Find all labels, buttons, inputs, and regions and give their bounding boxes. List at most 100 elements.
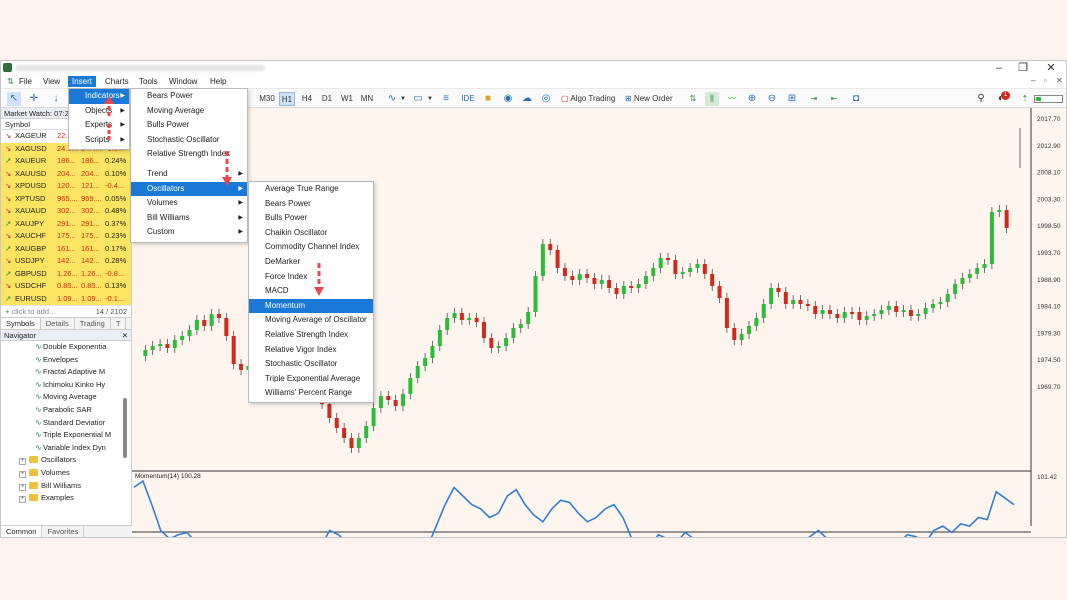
new-order-button[interactable]: ⊞ New Order [625, 92, 681, 106]
navigator-indicator-item[interactable]: ∿Ichimoku Kinko Hy [1, 379, 131, 392]
depth-of-market-icon[interactable]: ⇅ [687, 92, 699, 106]
market-watch-row[interactable]: ↘ USDCHF 0.85... 0.85... 0.13% [1, 280, 131, 293]
navigator-indicator-item[interactable]: ∿Fractal Adaptive M [1, 366, 131, 379]
candles-icon[interactable]: ⫼ [705, 92, 719, 106]
child-close-icon[interactable]: ✕ [1056, 76, 1063, 85]
menu-item-experts[interactable]: Experts ▶ [69, 118, 129, 133]
line-chart-icon[interactable]: 〰 [725, 92, 739, 106]
menu-item-stochastic-oscillator[interactable]: Stochastic Oscillator [131, 133, 247, 148]
timeframe-h4[interactable]: H4 [299, 92, 315, 106]
signals-icon[interactable]: ◉ [501, 92, 515, 106]
market-watch-row[interactable]: ↘ XPTUSD 965.... 969.... 0.05% [1, 192, 131, 205]
tab-symbols[interactable]: Symbols [1, 318, 41, 329]
menu-item-scripts[interactable]: Scripts ▶ [69, 133, 129, 148]
color-scheme-icon[interactable]: ▭ [411, 92, 425, 106]
menu-item-triple-exponential-average[interactable]: Triple Exponential Average [249, 372, 373, 387]
menu-item-indicators[interactable]: Indicators ▶ [69, 89, 129, 104]
search-icon[interactable]: ⚲ [974, 92, 988, 106]
navigator-scrollbar[interactable] [123, 398, 127, 458]
navigator-indicator-item[interactable]: ∿Variable Index Dyn [1, 442, 131, 455]
cursor-icon[interactable]: ↖ [7, 92, 21, 106]
autoscroll-icon[interactable]: ⇥ [807, 92, 821, 106]
navigator-folder-item[interactable]: + Examples [1, 492, 131, 505]
menu-item-force-index[interactable]: Force Index [249, 270, 373, 285]
market-icon[interactable]: ◎ [539, 92, 553, 106]
menu-item-moving-average-of-oscillator[interactable]: Moving Average of Oscillator [249, 313, 373, 328]
menu-item-stochastic-oscillator[interactable]: Stochastic Oscillator [249, 357, 373, 372]
ide-button[interactable]: IDE [459, 92, 477, 106]
menu-item-momentum[interactable]: Momentum [249, 298, 373, 314]
tile-windows-icon[interactable]: ⊞ [785, 92, 799, 106]
timeframe-h1[interactable]: H1 [279, 92, 295, 106]
screenshot-icon[interactable]: ◘ [849, 92, 863, 106]
menu-item-bulls-power[interactable]: Bulls Power [131, 118, 247, 133]
navigator-indicator-item[interactable]: ∿Parabolic SAR [1, 404, 131, 417]
restore-icon[interactable]: ❐ [1009, 61, 1037, 75]
timeframe-mn[interactable]: MN [358, 92, 376, 106]
add-symbol-row[interactable]: + click to add... 14 / 2102 [1, 305, 131, 317]
navigator-folder-item[interactable]: + Volumes [1, 467, 131, 480]
timeframe-w1[interactable]: W1 [339, 92, 355, 106]
menu-item-custom[interactable]: Custom ▶ [131, 225, 247, 240]
navigator-indicator-item[interactable]: ∿Envelopes [1, 354, 131, 367]
close-icon[interactable]: ✕ [1037, 61, 1065, 75]
navigator-indicator-item[interactable]: ∿Double Exponentia [1, 341, 131, 354]
zoom-in-icon[interactable]: ⊕ [745, 92, 759, 106]
market-watch-row[interactable]: ↗ EURUSD 1.09... 1.09... -0.1... [1, 292, 131, 305]
menu-item-chaikin-oscillator[interactable]: Chaikin Oscillator [249, 226, 373, 241]
menu-item-objects[interactable]: Objects ▶ [69, 104, 129, 119]
market-watch-row[interactable]: ↘ XAUUSD 204... 204... 0.10% [1, 167, 131, 180]
close-icon[interactable]: ✕ [122, 330, 128, 341]
menu-item-relative-strength-index[interactable]: Relative Strength Index [249, 328, 373, 343]
child-minimize-icon[interactable]: – [1031, 76, 1035, 85]
menu-item-oscillators[interactable]: Oscillators ▶ [131, 181, 247, 197]
menu-item-macd[interactable]: MACD [249, 284, 373, 299]
market-watch-row[interactable]: ↗ XAUGBP 161... 161... 0.17% [1, 242, 131, 255]
menu-item-average-true-range[interactable]: Average True Range [249, 182, 373, 197]
menu-item-bears-power[interactable]: Bears Power [249, 197, 373, 212]
market-watch-row[interactable]: ↘ USDJPY 142... 142... 0.28% [1, 255, 131, 268]
crosshair-icon[interactable]: ✛ [27, 92, 41, 106]
zoom-out-icon[interactable]: ⊖ [765, 92, 779, 106]
indicators-list-icon[interactable]: ≡ [439, 92, 453, 106]
menu-insert[interactable]: Insert [68, 76, 97, 87]
navigator-indicator-item[interactable]: ∿Moving Average [1, 391, 131, 404]
menu-item-bulls-power[interactable]: Bulls Power [249, 211, 373, 226]
tab-ticks[interactable]: T [111, 318, 127, 329]
timeframe-m30[interactable]: M30 [258, 92, 276, 106]
menu-item-moving-average[interactable]: Moving Average [131, 104, 247, 119]
chevron-down-icon[interactable]: ▼ [400, 92, 406, 106]
vertical-line-icon[interactable]: ↓ [49, 92, 63, 106]
menu-item-bears-power[interactable]: Bears Power [131, 89, 247, 104]
navigator-folder-item[interactable]: + Bill Williams [1, 480, 131, 493]
menu-item-bill-williams[interactable]: Bill Williams ▶ [131, 211, 247, 226]
tab-trading[interactable]: Trading [75, 318, 111, 329]
menu-tools[interactable]: Tools [135, 76, 162, 87]
menu-item-relative-vigor-index[interactable]: Relative Vigor Index [249, 343, 373, 358]
menu-item-commodity-channel-index[interactable]: Commodity Channel Index [249, 240, 373, 255]
menu-item-trend[interactable]: Trend ▶ [131, 167, 247, 182]
timeframe-d1[interactable]: D1 [319, 92, 335, 106]
expand-icon[interactable]: + [19, 458, 26, 466]
menu-item-demarker[interactable]: DeMarker [249, 255, 373, 270]
lock-icon[interactable]: ■ [481, 92, 495, 106]
menu-window[interactable]: Window [165, 76, 201, 87]
algo-trading-button[interactable]: ▢ Algo Trading [561, 92, 621, 106]
tab-favorites[interactable]: Favorites [42, 526, 85, 537]
navigator-indicator-item[interactable]: ∿Standard Deviatior [1, 417, 131, 430]
menu-item-relative-strength-index[interactable]: Relative Strength Index [131, 147, 247, 162]
market-watch-row[interactable]: ↘ XPDUSD 120... 121... -0.4... [1, 180, 131, 193]
chevron-down-icon[interactable]: ▼ [427, 92, 433, 106]
market-watch-row[interactable]: ↘ XAUCHF 175... 175... 0.23% [1, 230, 131, 243]
market-watch-row[interactable]: ↗ XAUJPY 291... 291... 0.37% [1, 217, 131, 230]
menu-item-volumes[interactable]: Volumes ▶ [131, 196, 247, 211]
tab-details[interactable]: Details [41, 318, 75, 329]
expand-icon[interactable]: + [19, 470, 26, 478]
menu-file[interactable]: File [15, 76, 36, 87]
menu-view[interactable]: View [39, 76, 64, 87]
menu-charts[interactable]: Charts [101, 76, 133, 87]
expand-icon[interactable]: + [19, 483, 26, 491]
vps-icon[interactable]: ☁ [520, 92, 534, 106]
market-watch-row[interactable]: ↘ XAUAUD 302... 302... 0.48% [1, 205, 131, 218]
navigator-folder-item[interactable]: + Oscillators [1, 454, 131, 467]
